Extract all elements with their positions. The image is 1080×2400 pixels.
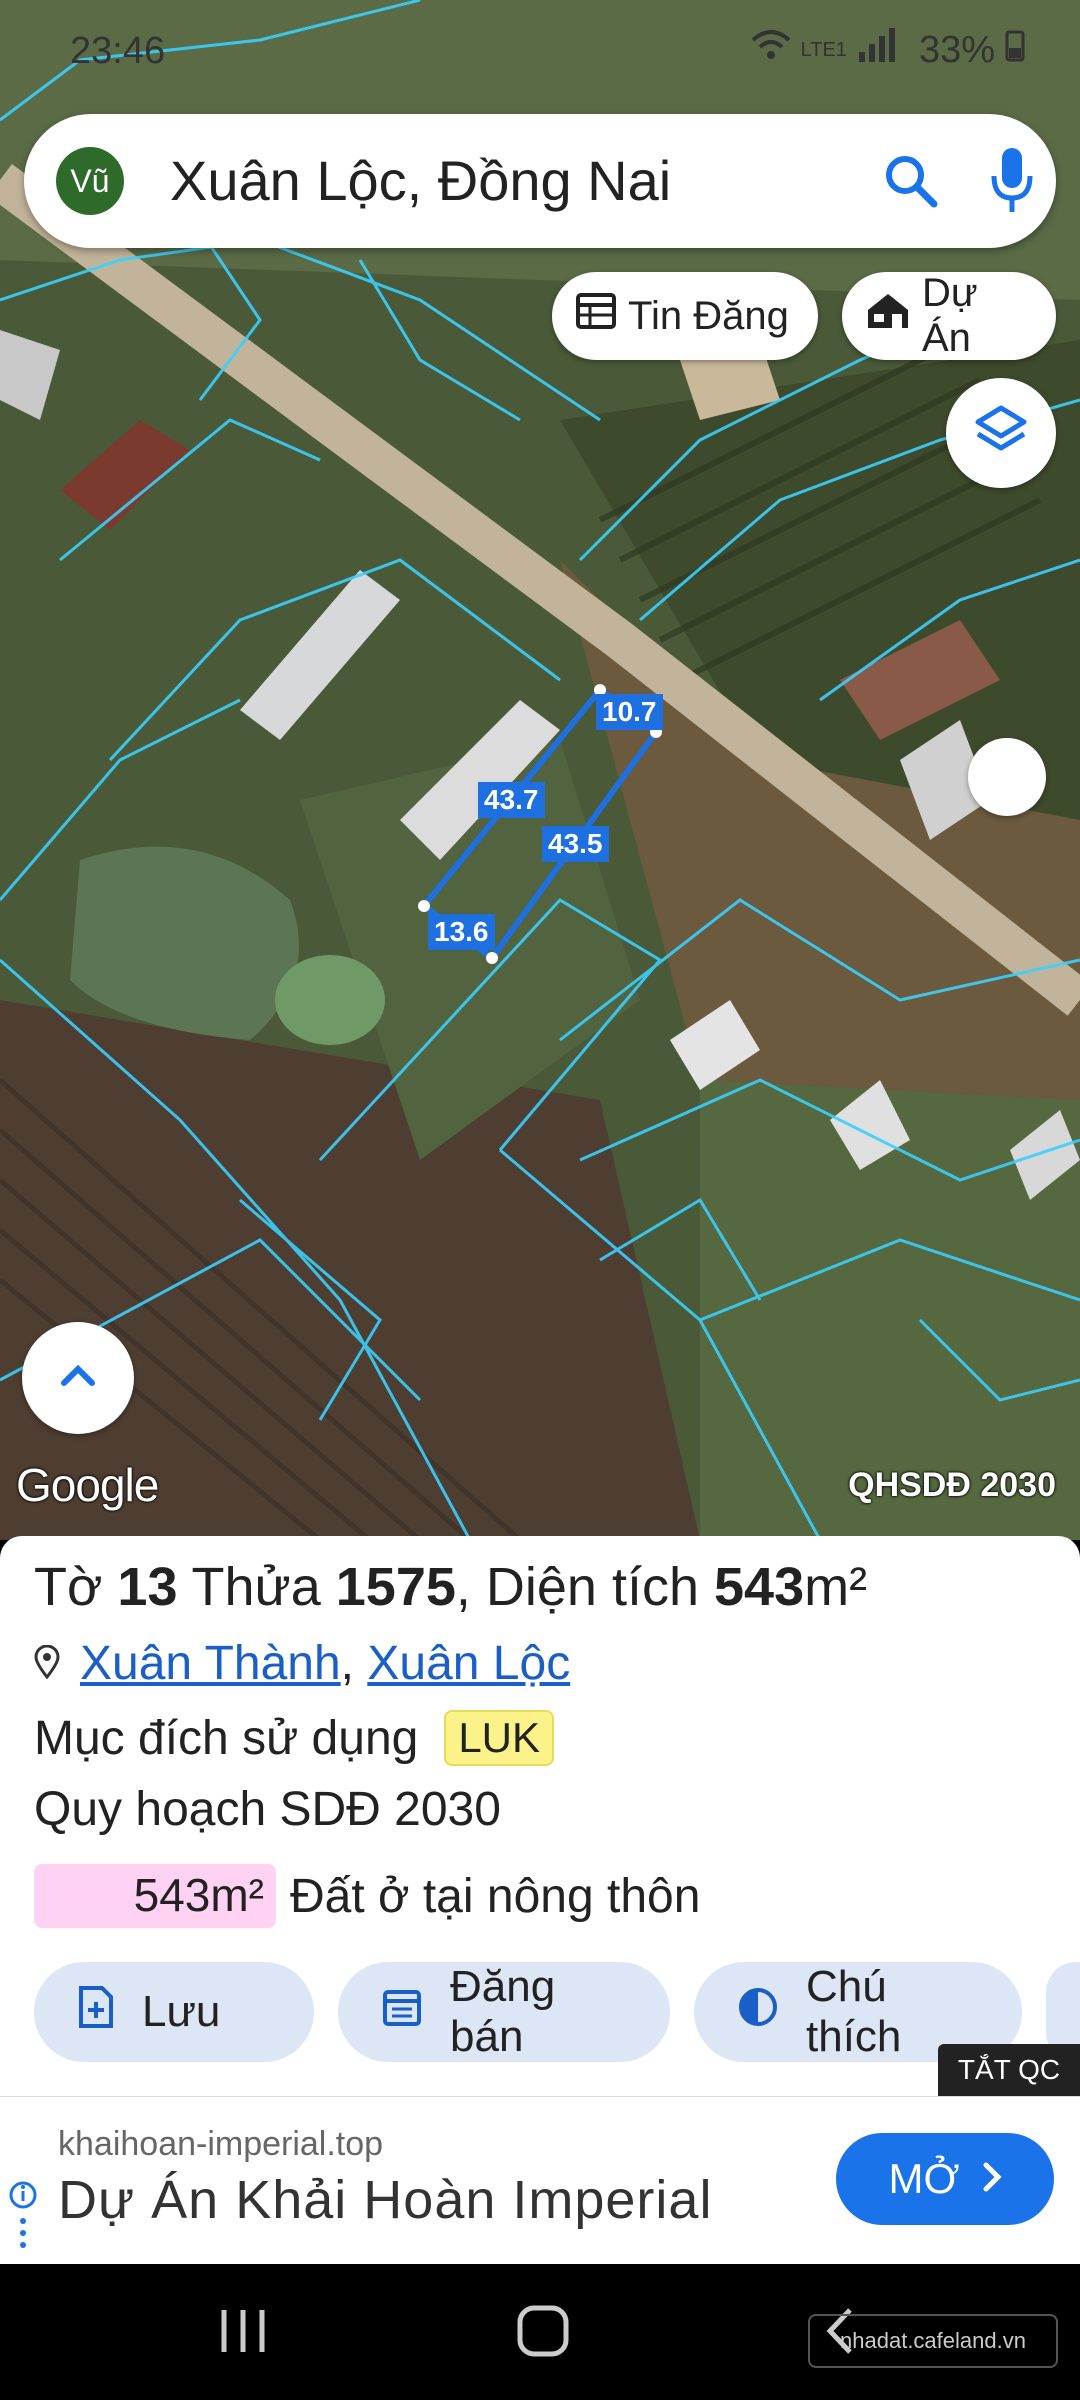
parcel-location: Xuân Thành, Xuân Lộc: [34, 1636, 570, 1691]
sheet-label: Tờ: [34, 1557, 103, 1617]
zone-area-swatch: 543m²: [34, 1864, 276, 1928]
dimension-label-top: 10.7: [596, 694, 663, 730]
ad-banner[interactable]: khaihoan-imperial.top Dự Án Khải Hoàn Im…: [0, 2096, 1080, 2264]
wifi-icon: [751, 28, 791, 72]
dimension-label-right: 43.5: [542, 826, 609, 862]
battery-level: 33%: [918, 28, 995, 71]
layers-icon: [974, 404, 1028, 463]
ad-open-label: MỞ: [888, 2155, 960, 2202]
chevron-right-icon: [982, 2155, 1002, 2203]
projects-chip-label: Dự Án: [922, 271, 978, 360]
network-type: LTE1: [800, 38, 847, 61]
dimension-label-bottom: 13.6: [428, 914, 495, 950]
lot-number: 1575: [335, 1557, 456, 1617]
microphone-icon[interactable]: [990, 146, 1034, 221]
parcel-info-panel: Tờ 13 Thửa 1575, Diện tích 543m² Xuân Th…: [0, 1536, 1080, 2096]
calendar-icon: [382, 1987, 422, 2038]
projects-chip[interactable]: Dự Án: [842, 271, 1056, 360]
dimension-label-left: 43.7: [478, 782, 545, 818]
area-value: 543: [714, 1557, 805, 1617]
layers-button[interactable]: [946, 378, 1056, 488]
land-use-badge: LUK: [444, 1710, 555, 1766]
zone-row: 543m² Đất ở tại nông thôn: [34, 1864, 700, 1928]
save-button[interactable]: Lưu: [34, 1962, 314, 2062]
sheet-number: 13: [117, 1557, 178, 1617]
post-for-sale-label: Đăng bán: [450, 1962, 556, 2061]
system-navigation-bar: nhadat.cafeland.vn: [0, 2264, 1080, 2400]
ad-info-icon[interactable]: [6, 2181, 40, 2262]
planning-label: Quy hoạch SDĐ 2030: [34, 1783, 501, 1836]
chevron-up-icon: [58, 1363, 98, 1394]
listings-chip[interactable]: Tin Đăng: [552, 272, 818, 360]
zone-type: Đất ở tại nông thôn: [290, 1869, 701, 1923]
listings-chip-label: Tin Đăng: [628, 293, 789, 338]
land-use-label: Mục đích sử dụng: [34, 1711, 419, 1765]
side-handle-button[interactable]: [968, 738, 1046, 816]
area-unit: m²: [804, 1557, 868, 1617]
location-pin-icon: [34, 1636, 60, 1691]
watermark: nhadat.cafeland.vn: [808, 2314, 1058, 2368]
signal-icon: [857, 28, 909, 72]
ad-headline: Dự Án Khải Hoàn Imperial: [58, 2170, 713, 2230]
search-icon[interactable]: [882, 152, 940, 215]
clock: 23:46: [70, 30, 166, 72]
home-icon[interactable]: [516, 2304, 570, 2363]
recent-apps-icon[interactable]: [218, 2304, 268, 2363]
search-bar[interactable]: Vũ Xuân Lộc, Đồng Nai: [24, 114, 1056, 248]
save-button-label: Lưu: [142, 1987, 221, 2036]
status-bar: 23:46 LTE1 33%: [0, 0, 1080, 100]
close-ads-button[interactable]: TẮT QC: [938, 2044, 1080, 2096]
post-for-sale-button[interactable]: Đăng bán: [338, 1962, 670, 2062]
contrast-icon: [738, 1987, 778, 2038]
battery-icon: [1005, 28, 1025, 72]
lot-label: Thửa: [191, 1557, 321, 1617]
ward-link[interactable]: Xuân Thành: [80, 1637, 341, 1690]
location-separator: ,: [340, 1637, 355, 1690]
house-icon: [866, 292, 910, 340]
district-link[interactable]: Xuân Lộc: [367, 1637, 570, 1690]
area-label: , Diện tích: [455, 1557, 699, 1617]
action-buttons: Lưu Đăng bán Chú thích: [34, 1962, 1080, 2062]
expand-panel-button[interactable]: [22, 1322, 134, 1434]
ad-open-button[interactable]: MỞ: [836, 2133, 1054, 2225]
map-view[interactable]: 10.7 43.7 43.5 13.6 23:46 LTE1 33% Vũ Xu…: [0, 0, 1080, 1540]
user-avatar[interactable]: Vũ: [56, 147, 124, 215]
planning-layer-tag: QHSDĐ 2030: [848, 1466, 1056, 1504]
listing-icon: [576, 293, 616, 339]
land-use-row: Mục đích sử dụng LUK: [34, 1710, 555, 1766]
ad-domain: khaihoan-imperial.top: [58, 2125, 384, 2163]
add-document-icon: [78, 1985, 114, 2040]
google-logo: Google: [16, 1459, 159, 1511]
search-query[interactable]: Xuân Lộc, Đồng Nai: [170, 148, 671, 213]
parcel-title: Tờ 13 Thửa 1575, Diện tích 543m²: [34, 1556, 867, 1618]
